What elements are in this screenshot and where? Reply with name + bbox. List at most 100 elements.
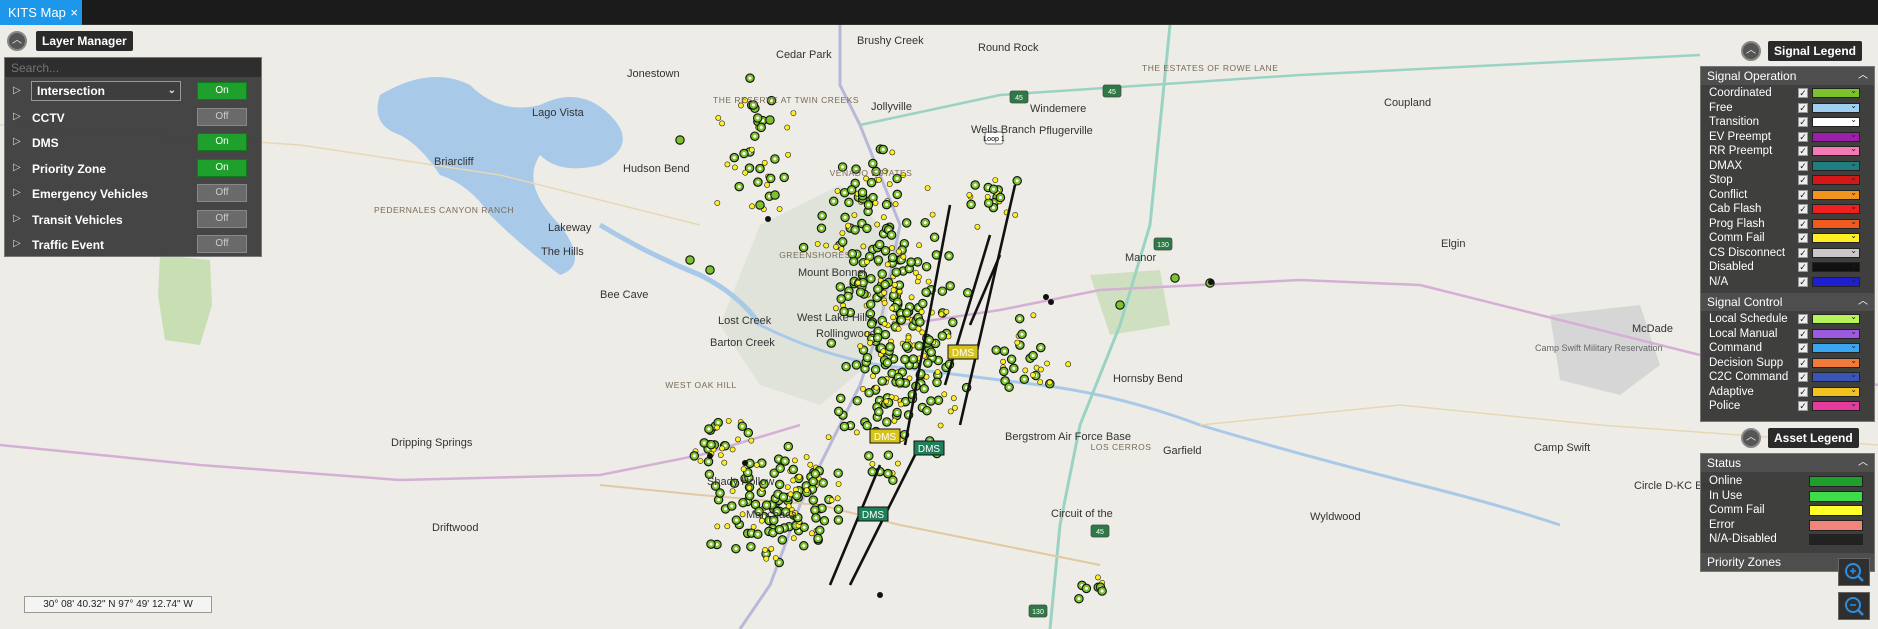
- signal-comm-fail-marker[interactable]: [867, 339, 873, 346]
- signal-comm-fail-marker[interactable]: [729, 488, 736, 494]
- signal-comm-fail-marker[interactable]: [863, 258, 870, 265]
- signal-comm-fail-marker[interactable]: [792, 457, 798, 464]
- status-section-header[interactable]: Status ︿: [1701, 454, 1874, 472]
- signal-comm-fail-marker[interactable]: [984, 193, 991, 200]
- signal-comm-fail-marker[interactable]: [803, 487, 810, 494]
- signal-comm-fail-marker[interactable]: [784, 484, 791, 490]
- legend-checkbox[interactable]: ✓: [1798, 160, 1808, 171]
- layer-toggle-button[interactable]: Off: [197, 235, 247, 253]
- signal-comm-fail-marker[interactable]: [724, 523, 731, 530]
- color-picker-swatch[interactable]: ⌄: [1812, 312, 1860, 324]
- legend-checkbox[interactable]: ✓: [1798, 386, 1808, 397]
- signal-comm-fail-marker[interactable]: [833, 305, 839, 312]
- signal-comm-fail-marker[interactable]: [790, 535, 797, 542]
- signal-comm-fail-marker[interactable]: [947, 408, 954, 415]
- asset-legend-collapse-icon[interactable]: ︿: [1741, 428, 1761, 448]
- signal-comm-fail-marker[interactable]: [872, 200, 879, 206]
- signal-comm-fail-marker[interactable]: [880, 348, 887, 355]
- signal-comm-fail-marker[interactable]: [845, 222, 851, 229]
- signal-comm-fail-marker[interactable]: [761, 159, 768, 166]
- signal-comm-fail-marker[interactable]: [729, 446, 736, 453]
- disabled-signal-marker[interactable]: [707, 453, 713, 459]
- legend-checkbox[interactable]: ✓: [1798, 189, 1808, 200]
- signal-comm-fail-marker[interactable]: [785, 503, 792, 509]
- legend-checkbox[interactable]: ✓: [1798, 102, 1808, 113]
- signal-comm-fail-marker[interactable]: [714, 424, 720, 431]
- layer-row[interactable]: ▷ Emergency Vehicles Off: [5, 181, 261, 206]
- signal-comm-fail-marker[interactable]: [941, 391, 948, 398]
- signal-comm-fail-marker[interactable]: [869, 460, 876, 467]
- layer-row[interactable]: ▷ Priority Zone On: [5, 156, 261, 181]
- signal-comm-fail-marker[interactable]: [853, 429, 860, 436]
- signal-comm-fail-marker[interactable]: [1000, 358, 1006, 365]
- signal-comm-fail-marker[interactable]: [889, 245, 895, 251]
- color-picker-swatch[interactable]: ⌄: [1812, 202, 1860, 214]
- signal-comm-fail-marker[interactable]: [784, 124, 791, 131]
- signal-comm-fail-marker[interactable]: [875, 176, 882, 183]
- expand-arrow-icon[interactable]: ▷: [13, 111, 21, 122]
- disabled-signal-marker[interactable]: [742, 460, 748, 466]
- color-picker-swatch[interactable]: ⌄: [1812, 144, 1860, 156]
- collapse-caret-icon[interactable]: ︿: [1858, 293, 1868, 311]
- legend-checkbox[interactable]: ✓: [1798, 328, 1808, 339]
- layer-type-select[interactable]: Intersection ⌄: [31, 81, 181, 101]
- signal-comm-fail-marker[interactable]: [938, 311, 945, 318]
- legend-checkbox[interactable]: ✓: [1798, 247, 1808, 258]
- color-picker-swatch[interactable]: ⌄: [1812, 115, 1860, 127]
- color-picker-swatch[interactable]: ⌄: [1812, 275, 1860, 287]
- layer-toggle-button[interactable]: Off: [197, 107, 247, 126]
- signal-comm-fail-marker[interactable]: [834, 188, 841, 194]
- signal-comm-fail-marker[interactable]: [750, 523, 757, 530]
- color-picker-swatch[interactable]: ⌄: [1812, 385, 1860, 397]
- signal-comm-fail-marker[interactable]: [908, 294, 915, 301]
- signal-comm-fail-marker[interactable]: [873, 384, 880, 391]
- expand-arrow-icon[interactable]: ▷: [13, 136, 21, 147]
- color-picker-swatch[interactable]: ⌄: [1812, 188, 1860, 200]
- color-picker-swatch[interactable]: ⌄: [1812, 260, 1860, 272]
- signal-comm-fail-marker[interactable]: [809, 530, 815, 537]
- legend-section-header[interactable]: Signal Operation ︿: [1701, 67, 1874, 85]
- signal-comm-fail-marker[interactable]: [748, 437, 755, 444]
- signal-comm-fail-marker[interactable]: [905, 334, 912, 341]
- signal-comm-fail-marker[interactable]: [735, 436, 741, 443]
- signal-comm-fail-marker[interactable]: [929, 211, 936, 218]
- legend-checkbox[interactable]: ✓: [1798, 357, 1808, 368]
- color-picker-swatch[interactable]: ⌄: [1812, 231, 1860, 243]
- signal-comm-fail-marker[interactable]: [924, 185, 931, 191]
- signal-comm-fail-marker[interactable]: [860, 243, 867, 250]
- signal-comm-fail-marker[interactable]: [925, 278, 932, 285]
- map-canvas[interactable]: 45 45 130 45 130 Loop 1 DMS DMS DMS DMS Cedar Par…: [0, 25, 1878, 629]
- legend-checkbox[interactable]: ✓: [1798, 131, 1808, 142]
- signal-comm-fail-marker[interactable]: [913, 269, 919, 276]
- color-picker-swatch[interactable]: ⌄: [1812, 341, 1860, 353]
- signal-comm-fail-marker[interactable]: [880, 214, 887, 221]
- layer-toggle-button[interactable]: On: [197, 158, 247, 177]
- color-picker-swatch[interactable]: ⌄: [1812, 246, 1860, 258]
- signal-comm-fail-marker[interactable]: [918, 308, 925, 315]
- color-picker-swatch[interactable]: ⌄: [1812, 356, 1860, 368]
- signal-comm-fail-marker[interactable]: [825, 434, 832, 440]
- signal-comm-fail-marker[interactable]: [839, 230, 846, 236]
- signal-comm-fail-marker[interactable]: [739, 511, 746, 518]
- legend-checkbox[interactable]: ✓: [1798, 401, 1808, 411]
- signal-comm-fail-marker[interactable]: [725, 417, 732, 424]
- signal-comm-fail-marker[interactable]: [895, 325, 902, 332]
- signal-comm-fail-marker[interactable]: [803, 454, 810, 460]
- signal-comm-fail-marker[interactable]: [896, 248, 902, 255]
- expand-arrow-icon[interactable]: ▷: [13, 187, 21, 198]
- signal-comm-fail-marker[interactable]: [835, 481, 842, 487]
- signal-comm-fail-marker[interactable]: [762, 547, 768, 553]
- signal-comm-fail-marker[interactable]: [1044, 360, 1050, 367]
- signal-comm-fail-marker[interactable]: [724, 161, 731, 168]
- signal-coordinated-marker[interactable]: [1115, 300, 1125, 310]
- signal-comm-fail-marker[interactable]: [1037, 379, 1044, 385]
- layer-row[interactable]: ▷ DMS On: [5, 130, 261, 155]
- color-picker-swatch[interactable]: ⌄: [1812, 159, 1860, 171]
- signal-comm-fail-marker[interactable]: [855, 279, 862, 286]
- signal-comm-fail-marker[interactable]: [860, 385, 866, 392]
- legend-checkbox[interactable]: ✓: [1798, 262, 1808, 272]
- signal-comm-fail-marker[interactable]: [790, 110, 797, 116]
- color-picker-swatch[interactable]: ⌄: [1812, 217, 1860, 229]
- disabled-signal-marker[interactable]: [1043, 294, 1049, 300]
- close-icon[interactable]: ×: [70, 0, 78, 25]
